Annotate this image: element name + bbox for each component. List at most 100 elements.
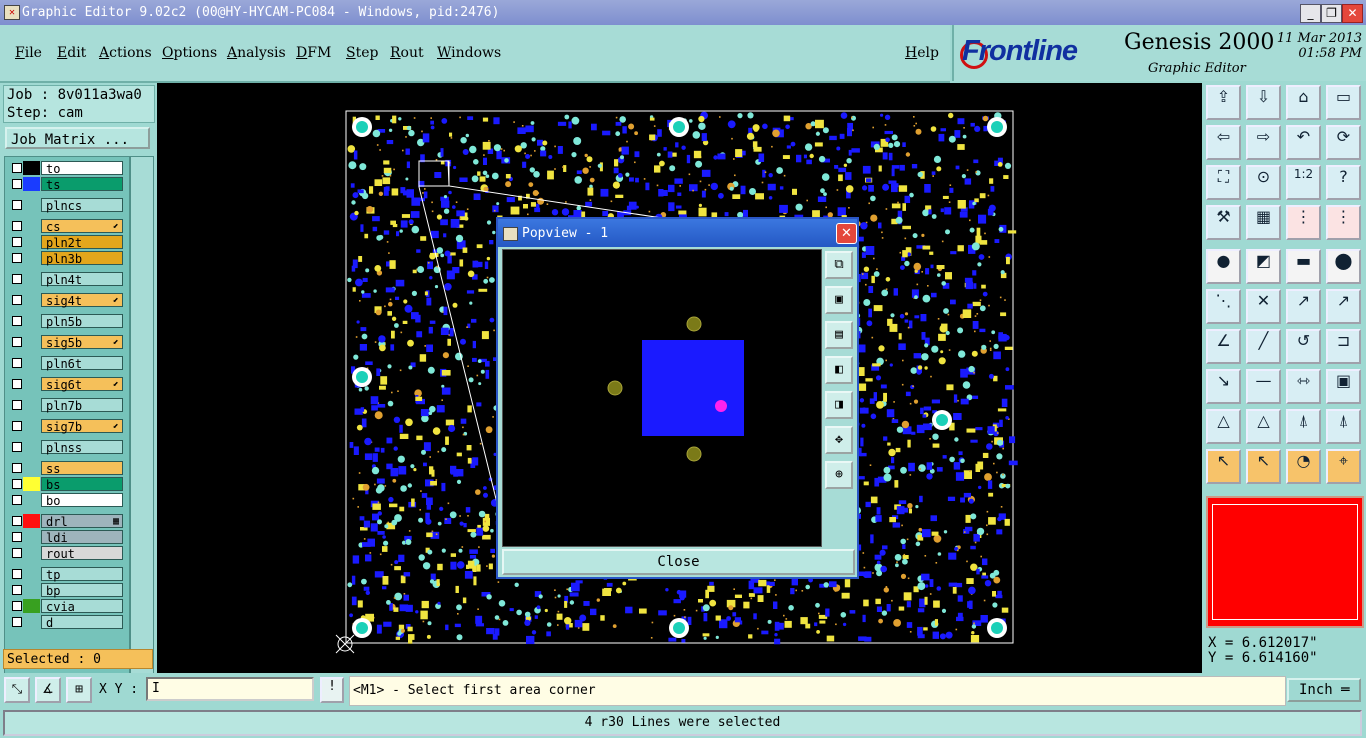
fit-icon[interactable]: ⛶ [1206, 165, 1241, 200]
layer-row-ts[interactable]: ts [9, 177, 124, 192]
copy-icon[interactable]: ▣ [1326, 369, 1361, 404]
layer-row-cs[interactable]: cs ⬋ [9, 219, 124, 234]
layer-checkbox[interactable] [12, 337, 22, 347]
pan-right-icon[interactable]: ◨ [825, 391, 853, 419]
pan-down-icon[interactable]: ⇩ [1246, 85, 1281, 120]
layer-name[interactable]: pln5b [41, 314, 123, 329]
triangle-b-icon[interactable]: ⍋ [1326, 409, 1361, 444]
layer-row-sig5b[interactable]: sig5b ⬋ [9, 335, 124, 350]
zoom-fit-icon[interactable]: ⧉ [825, 251, 853, 279]
layer-checkbox[interactable] [12, 163, 22, 173]
layer-checkbox[interactable] [12, 253, 22, 263]
zoom-in-icon[interactable]: ▣ [825, 286, 853, 314]
layer-name[interactable]: cvia [41, 599, 123, 614]
net-icon[interactable]: ⋮ [1326, 205, 1361, 240]
layer-row-pln5b[interactable]: pln5b [9, 314, 124, 329]
split-icon[interactable]: — [1246, 369, 1281, 404]
layer-row-pln6t[interactable]: pln6t [9, 356, 124, 371]
select-circle-icon[interactable]: ◔ [1286, 449, 1321, 484]
triangle-icon[interactable]: △ [1206, 409, 1241, 444]
layer-checkbox[interactable] [12, 495, 22, 505]
close-button[interactable]: ✕ [1342, 4, 1363, 23]
layer-checkbox[interactable] [12, 569, 22, 579]
layer-name[interactable]: sig4t ⬋ [41, 293, 123, 308]
layer-row-pln7b[interactable]: pln7b [9, 398, 124, 413]
one-to-one-icon[interactable]: 1:2 [1286, 165, 1321, 200]
menu-file[interactable]: File [15, 45, 42, 61]
layer-name[interactable]: rout [41, 546, 123, 561]
layer-checkbox[interactable] [12, 585, 22, 595]
snap-off-icon[interactable]: ⤡ [4, 677, 30, 703]
cross-icon[interactable]: ✕ [1246, 289, 1281, 324]
layer-name[interactable]: plncs [41, 198, 123, 213]
layer-row-pln2t[interactable]: pln2t [9, 235, 124, 250]
nodes-icon[interactable]: ⋱ [1206, 289, 1241, 324]
popview-titlebar[interactable]: Popview - 1 ✕ [498, 219, 857, 247]
pan-up-icon[interactable]: ⇪ [1206, 85, 1241, 120]
select-net-icon[interactable]: ⌖ [1326, 449, 1361, 484]
layer-name[interactable]: pln6t [41, 356, 123, 371]
layer-row-to[interactable]: to [9, 161, 124, 176]
menu-rout[interactable]: Rout [390, 45, 424, 61]
pad-icon[interactable]: ⬤ [1326, 249, 1361, 284]
snap-icon[interactable]: ● [1206, 249, 1241, 284]
connect-icon[interactable]: ⋮ [1286, 205, 1321, 240]
menu-dfm[interactable]: DFM [296, 45, 331, 61]
layer-row-pln4t[interactable]: pln4t [9, 272, 124, 287]
popview-close-icon[interactable]: ✕ [836, 223, 857, 244]
layer-name[interactable]: bs [41, 477, 123, 492]
layer-row-bs[interactable]: bs [9, 477, 124, 492]
grid-snap-icon[interactable]: ⊞ [66, 677, 92, 703]
maximize-button[interactable]: ❐ [1321, 4, 1342, 23]
snap-angle-icon[interactable]: ∡ [35, 677, 61, 703]
unit-select[interactable]: Inch ═ [1287, 678, 1361, 702]
popview-close-button[interactable]: Close [502, 549, 855, 575]
expand-icon[interactable]: ✥ [825, 426, 853, 454]
layer-checkbox[interactable] [12, 400, 22, 410]
layer-name[interactable]: pln2t [41, 235, 123, 250]
bracket-icon[interactable]: ⊐ [1326, 329, 1361, 364]
job-matrix-button[interactable]: Job Matrix ... [5, 127, 150, 149]
menu-edit[interactable]: Edit [57, 45, 86, 61]
layer-checkbox[interactable] [12, 179, 22, 189]
layer-checkbox[interactable] [12, 200, 22, 210]
layer-checkbox[interactable] [12, 617, 22, 627]
add-point-icon[interactable]: ↗ [1286, 289, 1321, 324]
layer-checkbox[interactable] [12, 532, 22, 542]
zoom-out-icon[interactable]: ▤ [825, 321, 853, 349]
minimize-button[interactable]: _ [1300, 4, 1321, 23]
home-icon[interactable]: ⌂ [1286, 85, 1321, 120]
menu-actions[interactable]: Actions [99, 45, 152, 61]
layer-checkbox[interactable] [12, 516, 22, 526]
slope-icon[interactable]: ∠ [1206, 329, 1241, 364]
layer-name[interactable]: pln4t [41, 272, 123, 287]
alert-button[interactable]: ! [320, 677, 344, 703]
move-point-icon[interactable]: ↗ [1326, 289, 1361, 324]
menu-analysis[interactable]: Analysis [227, 45, 286, 61]
layer-name[interactable]: sig7b ⬋ [41, 419, 123, 434]
layer-row-bo[interactable]: bo [9, 493, 124, 508]
zoom-window-icon[interactable]: ▭ [1326, 85, 1361, 120]
pan-left-icon[interactable]: ◧ [825, 356, 853, 384]
layer-name[interactable]: to [41, 161, 123, 176]
undo-zoom-icon[interactable]: ↶ [1286, 125, 1321, 160]
layer-row-drl[interactable]: drl ▦ [9, 514, 124, 529]
menu-step[interactable]: Step [346, 45, 378, 61]
layer-checkbox[interactable] [12, 379, 22, 389]
measure-area-icon[interactable]: ◩ [1246, 249, 1281, 284]
layer-checkbox[interactable] [12, 479, 22, 489]
grid-icon[interactable]: ▦ [1246, 205, 1281, 240]
layer-name[interactable]: ldi [41, 530, 123, 545]
layer-name[interactable]: plnss [41, 440, 123, 455]
layer-row-d[interactable]: d [9, 615, 124, 630]
layer-name[interactable]: tp [41, 567, 123, 582]
layer-name[interactable]: ss [41, 461, 123, 476]
layer-name[interactable]: pln3b [41, 251, 123, 266]
select-icon[interactable]: ↖ [1206, 449, 1241, 484]
layer-checkbox[interactable] [12, 548, 22, 558]
layer-row-bp[interactable]: bp [9, 583, 124, 598]
layer-name[interactable]: cs ⬋ [41, 219, 123, 234]
xy-input[interactable]: I [146, 677, 314, 701]
layer-row-sig4t[interactable]: sig4t ⬋ [9, 293, 124, 308]
resize-icon[interactable]: ⇿ [1286, 369, 1321, 404]
